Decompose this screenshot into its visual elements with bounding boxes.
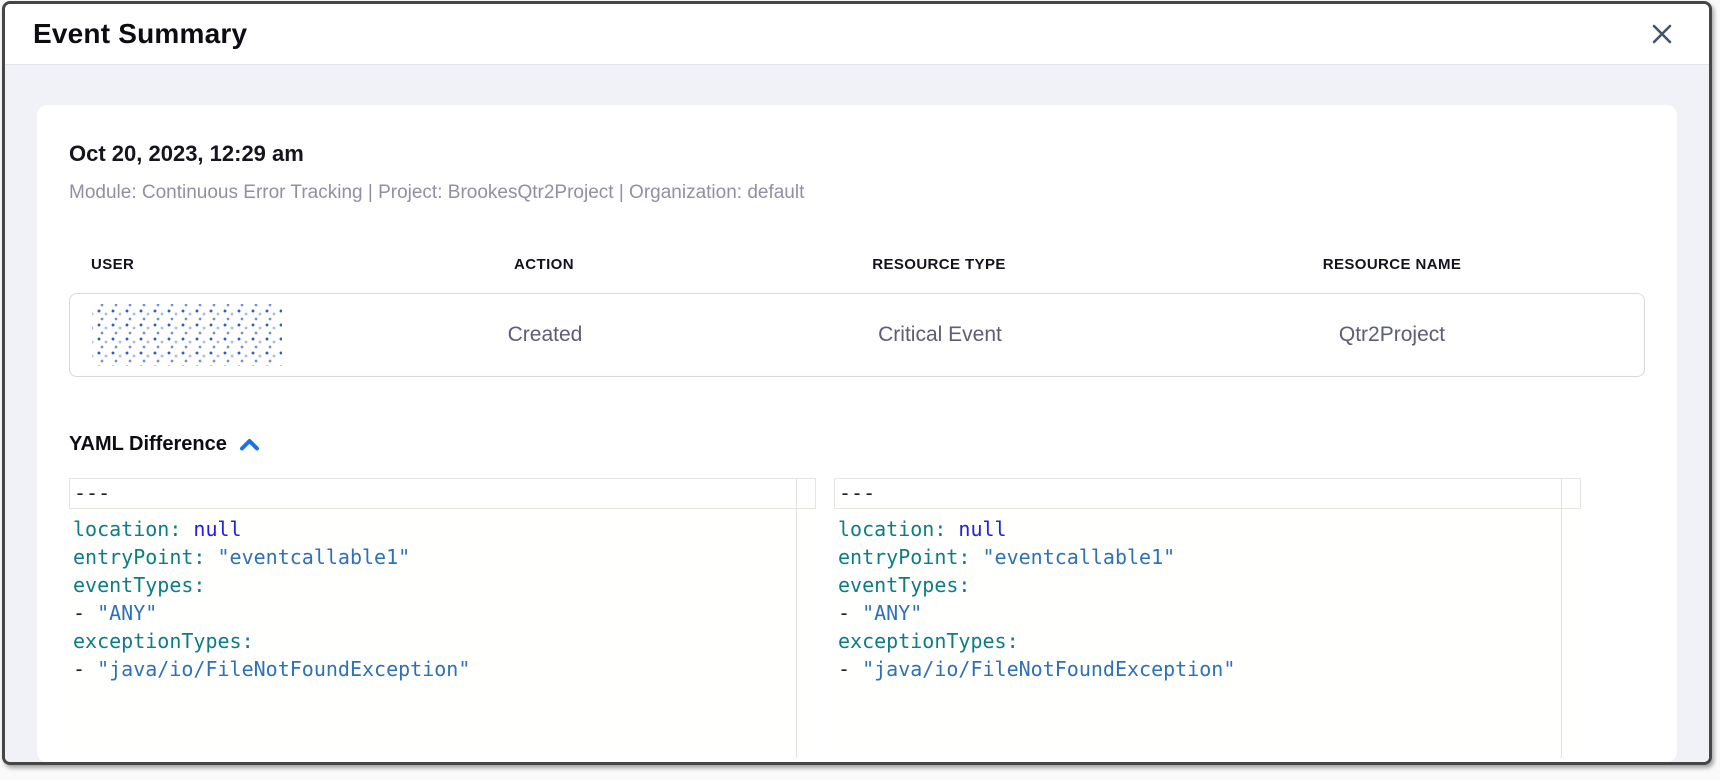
yaml-code-line: - "ANY" <box>69 599 816 627</box>
modal-header: Event Summary <box>5 4 1709 65</box>
panel-scrollbar-track[interactable] <box>796 478 797 758</box>
yaml-diff-panel-right[interactable]: --- location: nullentryPoint: "eventcalla… <box>834 478 1581 758</box>
redacted-user-avatar <box>92 304 282 366</box>
close-icon <box>1650 22 1674 46</box>
yaml-diff-container: ---location: nullentryPoint: "eventcalla… <box>69 478 1581 758</box>
column-header-action: ACTION <box>349 256 739 273</box>
yaml-code-line: eventTypes: <box>69 571 816 599</box>
yaml-code-line: location: null <box>69 515 816 543</box>
yaml-code-line: --- <box>834 478 1581 509</box>
yaml-code-line: - "ANY" <box>834 599 1581 627</box>
column-header-resource-name: RESOURCE NAME <box>1139 256 1645 273</box>
yaml-code-line: entryPoint: "eventcallable1" <box>834 543 1581 571</box>
event-date: Oct 20, 2023, 12:29 am <box>69 141 1645 167</box>
modal-body: Oct 20, 2023, 12:29 am Module: Continuou… <box>5 65 1709 762</box>
yaml-code-line: - "java/io/FileNotFoundException" <box>69 655 816 683</box>
column-header-resource-type: RESOURCE TYPE <box>739 256 1139 273</box>
yaml-code-line: --- <box>69 478 816 509</box>
yaml-code-line: - "java/io/FileNotFoundException" <box>834 655 1581 683</box>
user-cell <box>70 304 350 366</box>
yaml-code-line: location: null <box>834 515 1581 543</box>
yaml-code-line: entryPoint: "eventcallable1" <box>69 543 816 571</box>
event-card: Oct 20, 2023, 12:29 am Module: Continuou… <box>37 105 1677 762</box>
event-meta: Module: Continuous Error Tracking | Proj… <box>69 182 1645 204</box>
yaml-code-line: eventTypes: <box>834 571 1581 599</box>
panel-scrollbar-track[interactable] <box>1561 478 1562 758</box>
yaml-code-right: --- location: nullentryPoint: "eventcalla… <box>834 478 1581 683</box>
chevron-up-icon <box>239 437 260 452</box>
event-summary-modal: Event Summary Oct 20, 2023, 12:29 am Mod… <box>2 1 1712 765</box>
yaml-difference-label: YAML Difference <box>69 433 227 456</box>
close-button[interactable] <box>1645 17 1679 51</box>
yaml-code-left: --- location: nullentryPoint: "eventcalla… <box>69 478 816 683</box>
column-header-user: USER <box>69 256 349 273</box>
action-cell: Created <box>350 323 740 347</box>
table-header: USER ACTION RESOURCE TYPE RESOURCE NAME <box>69 256 1645 273</box>
resource-name-cell: Qtr2Project <box>1140 323 1644 347</box>
yaml-diff-panel-left[interactable]: --- location: nullentryPoint: "eventcalla… <box>69 478 816 758</box>
resource-type-cell: Critical Event <box>740 323 1140 347</box>
yaml-difference-toggle[interactable]: YAML Difference <box>69 433 260 456</box>
yaml-code-line: exceptionTypes: <box>834 627 1581 655</box>
page-title: Event Summary <box>33 18 247 50</box>
yaml-code-line: exceptionTypes: <box>69 627 816 655</box>
table-row: Created Critical Event Qtr2Project <box>69 293 1645 377</box>
